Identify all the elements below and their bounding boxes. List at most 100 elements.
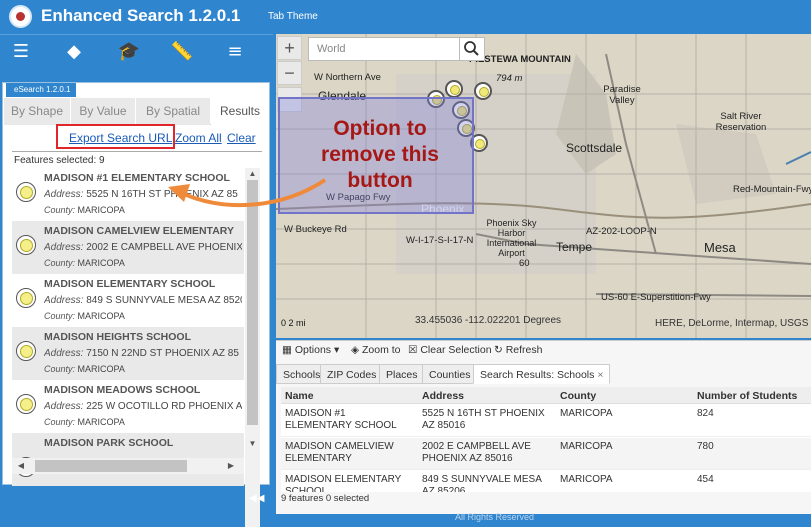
refresh-button[interactable]: ↻ Refresh [494,344,542,356]
map-label: W-I-17-S-I-17-N [406,235,474,246]
table-row[interactable]: MADISON ELEMENTARY SCHOOL 849 S SUNNYVAL… [281,471,811,492]
map-label: AZ-202-LOOP-N [586,226,657,237]
map-label: Paradise Valley [603,84,641,106]
school-marker-icon [16,182,36,202]
cell-address: 2002 E CAMPBELL AVE PHOENIX AZ 85016 [422,441,531,464]
clear-link[interactable]: Clear [227,131,256,145]
item-address: Address: 7150 N 22ND ST PHOENIX AZ 85 [44,348,242,359]
widget-toolbar: ☰ ◆ 🎓 📏 ≡ [0,34,273,68]
app-title: Enhanced Search 1.2.0.1 [41,6,241,25]
item-address: Address: 849 S SUNNYVALE MESA AZ 8520 [44,295,242,306]
map-pin[interactable] [474,82,492,100]
table-row[interactable]: MADISON CAMELVIEW ELEMENTARY 2002 E CAMP… [281,438,811,470]
scroll-left-icon[interactable]: ◀ [16,460,26,472]
hscroll-thumb[interactable] [35,460,187,472]
theme-label: Tab Theme [268,11,318,22]
map-label: Scottsdale [566,141,623,155]
address-value: 225 W OCOTILLO RD PHOENIX AZ [86,401,242,412]
features-selected: Features selected: 9 [14,155,105,166]
ruler-icon[interactable]: 📏 [169,39,195,65]
cell-county: MARICOPA [560,441,613,452]
map-label: US-60 E-Superstition-Fwy [601,292,711,303]
zoom-to-button[interactable]: ◈ Zoom to [351,344,401,356]
item-county: County: MARICOPA [44,205,125,215]
cell-students: 780 [697,441,714,452]
annotation-line: Option to [333,117,427,140]
county-value: MARICOPA [77,311,125,321]
coordinate-readout: 33.455036 -112.022201 Degrees [415,315,562,326]
column-header[interactable]: Address [422,390,464,402]
column-header[interactable]: Name [285,390,314,402]
graduation-cap-icon[interactable]: 🎓 [116,39,142,65]
tab-by-spatial[interactable]: By Spatial [136,98,210,125]
list-item[interactable]: MADISON HEIGHTS SCHOOL Address: 7150 N 2… [12,327,244,380]
school-marker-icon [16,235,36,255]
item-county: County: MARICOPA [44,364,125,374]
school-marker-icon [16,394,36,414]
address-label: Address: [44,348,84,359]
item-name: MADISON MEADOWS SCHOOL [44,384,201,396]
clear-selection-button[interactable]: ☒ Clear Selection [408,344,492,356]
address-label: Address: [44,189,84,200]
list-icon[interactable]: ☰ [8,39,34,65]
table-toolbar: ▦ Options ▾ ◈ Zoom to ☒ Clear Selection … [276,341,811,360]
export-search-url-link[interactable]: Export Search URL [69,131,172,145]
tab-zip-codes[interactable]: ZIP Codes [320,364,384,384]
zoom-in-button[interactable]: + [277,36,302,60]
panel-badge: eSearch 1.2.0.1 [6,83,76,97]
address-value: 7150 N 22ND ST PHOENIX AZ 85 [86,348,239,359]
county-label: County: [44,258,76,268]
search-icon[interactable] [459,37,485,61]
annotation-arrow [168,178,327,208]
cell-address: 5525 N 16TH ST PHOENIX AZ 85016 [422,408,545,431]
zoom-to-label: Zoom to [362,344,401,356]
scroll-down-icon[interactable]: ▼ [245,438,260,450]
map-label: Tempe [556,240,593,254]
app-header: Enhanced Search 1.2.0.1 Tab Theme [0,0,811,34]
attribute-table-panel: ▦ Options ▾ ◈ Zoom to ☒ Clear Selection … [276,340,811,514]
menu-icon[interactable]: ≡ [222,39,248,65]
results-table: Name Address County Number of Students M… [281,387,811,492]
scroll-right-icon[interactable]: ▶ [226,460,236,472]
address-value: 849 S SUNNYVALE MESA AZ 8520 [86,295,242,306]
list-item[interactable]: MADISON MEADOWS SCHOOL Address: 225 W OC… [12,380,244,433]
map-label: 794 m [496,73,523,84]
zoom-out-button[interactable]: − [277,61,302,85]
tab-results[interactable]: Results [211,98,269,125]
map-label: Salt River Reservation [715,111,767,133]
county-label: County: [44,205,76,215]
cell-county: MARICOPA [560,408,613,419]
footer-text: All Rights Reserved [455,512,535,522]
cell-county: MARICOPA [560,474,613,485]
close-icon[interactable]: × [597,369,603,381]
cell-students: 824 [697,408,714,419]
table-tabs: Schools ZIP Codes Places Counties Search… [276,364,811,384]
collapse-panel-icon[interactable]: ◀◀ [249,493,264,504]
list-item[interactable]: MADISON ELEMENTARY SCHOOL Address: 849 S… [12,274,244,327]
county-label: County: [44,417,76,427]
county-label: County: [44,311,76,321]
cell-name: MADISON #1 ELEMENTARY SCHOOL [285,408,397,431]
horizontal-scrollbar[interactable]: ◀ ▶ [12,458,244,474]
tab-search-results[interactable]: Search Results: Schools × [473,364,611,384]
school-marker-icon [16,341,36,361]
tab-by-shape[interactable]: By Shape [4,98,70,125]
table-status: 9 features 0 selected [281,493,370,504]
county-label: County: [44,364,76,374]
tab-places[interactable]: Places [379,364,425,384]
item-county: County: MARICOPA [44,417,125,427]
table-header: Name Address County Number of Students [281,387,811,404]
address-label: Address: [44,242,84,253]
map-search-input[interactable]: World [308,37,460,61]
cell-name: MADISON CAMELVIEW ELEMENTARY [285,441,394,464]
layers-icon[interactable]: ◆ [61,39,87,65]
table-row[interactable]: MADISON #1 ELEMENTARY SCHOOL 5525 N 16TH… [281,405,811,437]
options-button[interactable]: ▦ Options ▾ [282,344,339,356]
zoom-all-link[interactable]: Zoom All [175,131,222,145]
column-header[interactable]: County [560,390,596,402]
tab-counties[interactable]: Counties [422,364,478,384]
column-header[interactable]: Number of Students [697,390,797,402]
tab-by-value[interactable]: By Value [71,98,135,125]
county-value: MARICOPA [77,205,125,215]
map-pin[interactable] [445,80,463,98]
